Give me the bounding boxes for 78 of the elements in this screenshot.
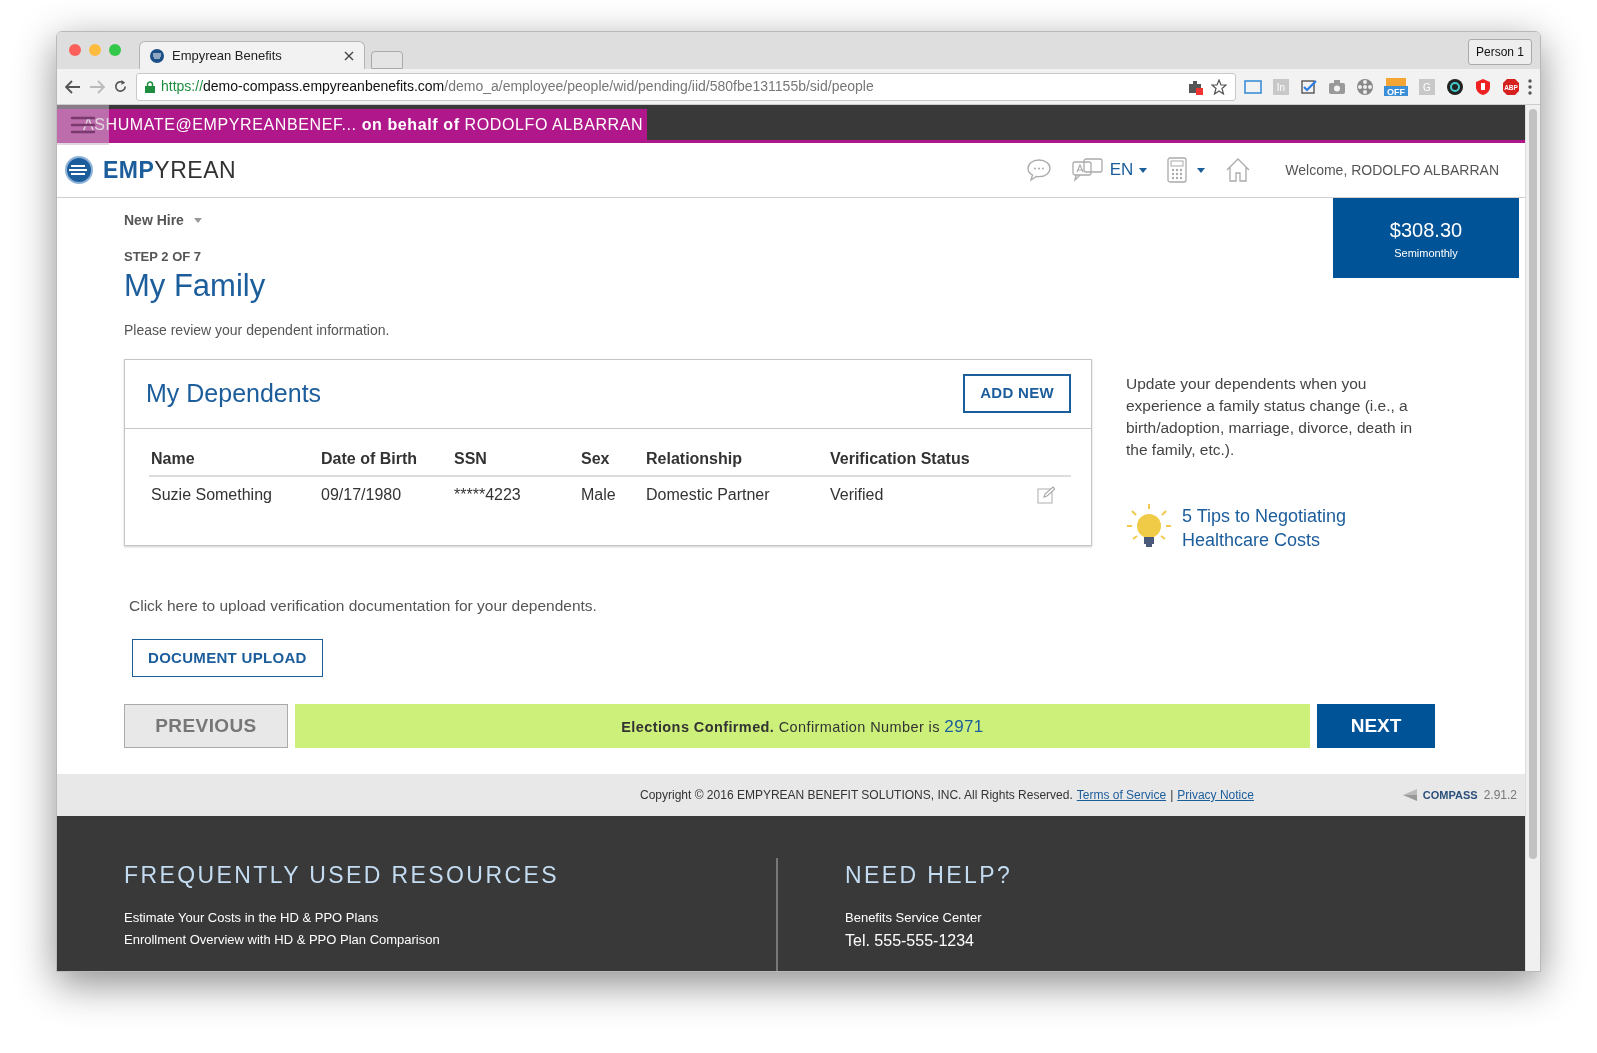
caret-icon: [1197, 167, 1206, 173]
column-header: Name: [149, 442, 319, 476]
impersonation-banner: ASHUMATE@EMPYREANBENEF... on behalf of RODOLFO ALBARRAN: [57, 109, 647, 140]
reload-icon[interactable]: [113, 79, 128, 94]
menu-icon[interactable]: [1528, 78, 1532, 95]
chat-icon[interactable]: [1025, 158, 1052, 182]
address-bar[interactable]: https://demo-compass.empyreanbenefits.com/demo_a/employee/people/wid/pending/iid/580fbe131155b/sid/people: [136, 72, 1236, 101]
shield-icon[interactable]: [1474, 77, 1492, 96]
welcome-text: Welcome, RODOLFO ALBARRAN: [1285, 160, 1499, 180]
pay-period: Semimonthly: [1394, 245, 1458, 261]
ring-icon[interactable]: [1446, 77, 1464, 96]
tips-link[interactable]: 5 Tips to Negotiating Healthcare Costs: [1182, 503, 1372, 552]
compass-logo-icon: [1402, 788, 1417, 802]
edit-icon[interactable]: [1037, 486, 1055, 505]
home-icon[interactable]: [1225, 157, 1252, 183]
forward-icon[interactable]: [89, 79, 105, 94]
close-icon[interactable]: [344, 50, 354, 61]
checkmark-icon[interactable]: [1300, 77, 1318, 96]
confirmation-message: Elections Confirmed. Confirmation Number is 2971: [621, 715, 984, 738]
resource-link[interactable]: Estimate Your Costs in the HD & PPO Plans: [124, 906, 776, 929]
table-cell: Verified: [828, 475, 1023, 513]
browser-tab[interactable]: Empyrean Benefits: [139, 41, 365, 69]
camera-icon[interactable]: [1328, 77, 1346, 96]
zoom-window-button[interactable]: [109, 44, 121, 56]
star-icon[interactable]: [1211, 78, 1227, 95]
caret-icon: [1139, 167, 1148, 173]
table-cell: Domestic Partner: [644, 475, 828, 513]
tab-title: Empyrean Benefits: [172, 46, 282, 65]
previous-button[interactable]: PREVIOUS: [124, 704, 288, 749]
column-header: SSN: [452, 442, 579, 476]
film-reel-icon[interactable]: [1356, 77, 1374, 96]
copyright-text: Copyright © 2016 EMPYREAN BENEFIT SOLUTIONS, INC. All Rights Reserved.: [640, 787, 1073, 804]
upload-prompt: Click here to upload verification documentation for your dependents.: [129, 595, 598, 616]
close-window-button[interactable]: [69, 44, 81, 56]
phone-number: Tel. 555-555-1234: [845, 930, 975, 951]
url-text: https://demo-compass.empyreanbenefits.com/demo_a/employee/people/wid/pending/iid/580fbe131155b/sid/people: [161, 77, 874, 96]
column-header: Verification Status: [828, 442, 1023, 476]
caret-icon: [193, 218, 202, 223]
lock-icon: [145, 80, 155, 93]
logo-text: EMPYREAN: [103, 155, 237, 185]
product-name: COMPASS: [1422, 787, 1478, 803]
version-text: 2.91.2: [1483, 787, 1517, 804]
profile-button[interactable]: Person 1: [1467, 39, 1532, 65]
frame-icon[interactable]: [1244, 77, 1262, 96]
card-title: My Dependents: [146, 377, 322, 409]
resource-link[interactable]: Enrollment Overview with HD & PPO Plan Comparison: [124, 928, 776, 951]
next-button[interactable]: NEXT: [1317, 704, 1435, 749]
translate-icon: [1071, 158, 1104, 182]
flow-dropdown[interactable]: New Hire: [124, 210, 202, 231]
resources-heading: FREQUENTLY USED RESOURCES: [124, 861, 560, 890]
document-upload-button[interactable]: DOCUMENT UPLOAD: [132, 638, 323, 678]
privacy-link[interactable]: Privacy Notice: [1177, 786, 1254, 804]
column-header: Date of Birth: [319, 442, 452, 476]
step-indicator: STEP 2 OF 7: [124, 248, 203, 266]
cost-amount: $308.30: [1389, 217, 1463, 243]
table-cell: *****4223: [452, 475, 579, 513]
table-cell: 09/17/1980: [319, 475, 452, 513]
column-header: Sex: [579, 442, 644, 476]
scrollbar[interactable]: [1525, 105, 1540, 971]
page-subtitle: Please review your dependent information.: [124, 320, 391, 340]
calculator-dropdown[interactable]: [1167, 157, 1206, 183]
logo-icon: [65, 156, 93, 184]
back-icon[interactable]: [65, 79, 81, 94]
terms-link[interactable]: Terms of Service: [1076, 786, 1167, 804]
help-label: Benefits Service Center: [845, 908, 983, 927]
puzzle-icon[interactable]: [1187, 78, 1203, 95]
globe-icon: [150, 48, 164, 63]
language-dropdown[interactable]: EN: [1071, 157, 1148, 183]
help-note: Update your dependents when you experience a family status change (i.e., a birth/adoption, marriage, divorce, death in the family, etc.).: [1126, 373, 1414, 460]
calculator-icon: [1167, 157, 1188, 183]
column-header: Relationship: [644, 442, 828, 476]
separator-text: |: [1170, 787, 1174, 804]
table-cell: Male: [579, 475, 644, 513]
add-new-button[interactable]: ADD NEW: [963, 374, 1071, 413]
help-heading: NEED HELP?: [845, 861, 1013, 890]
new-tab-button[interactable]: [371, 51, 403, 69]
page-title: My Family: [124, 266, 266, 304]
table-cell: Suzie Something: [149, 475, 319, 513]
